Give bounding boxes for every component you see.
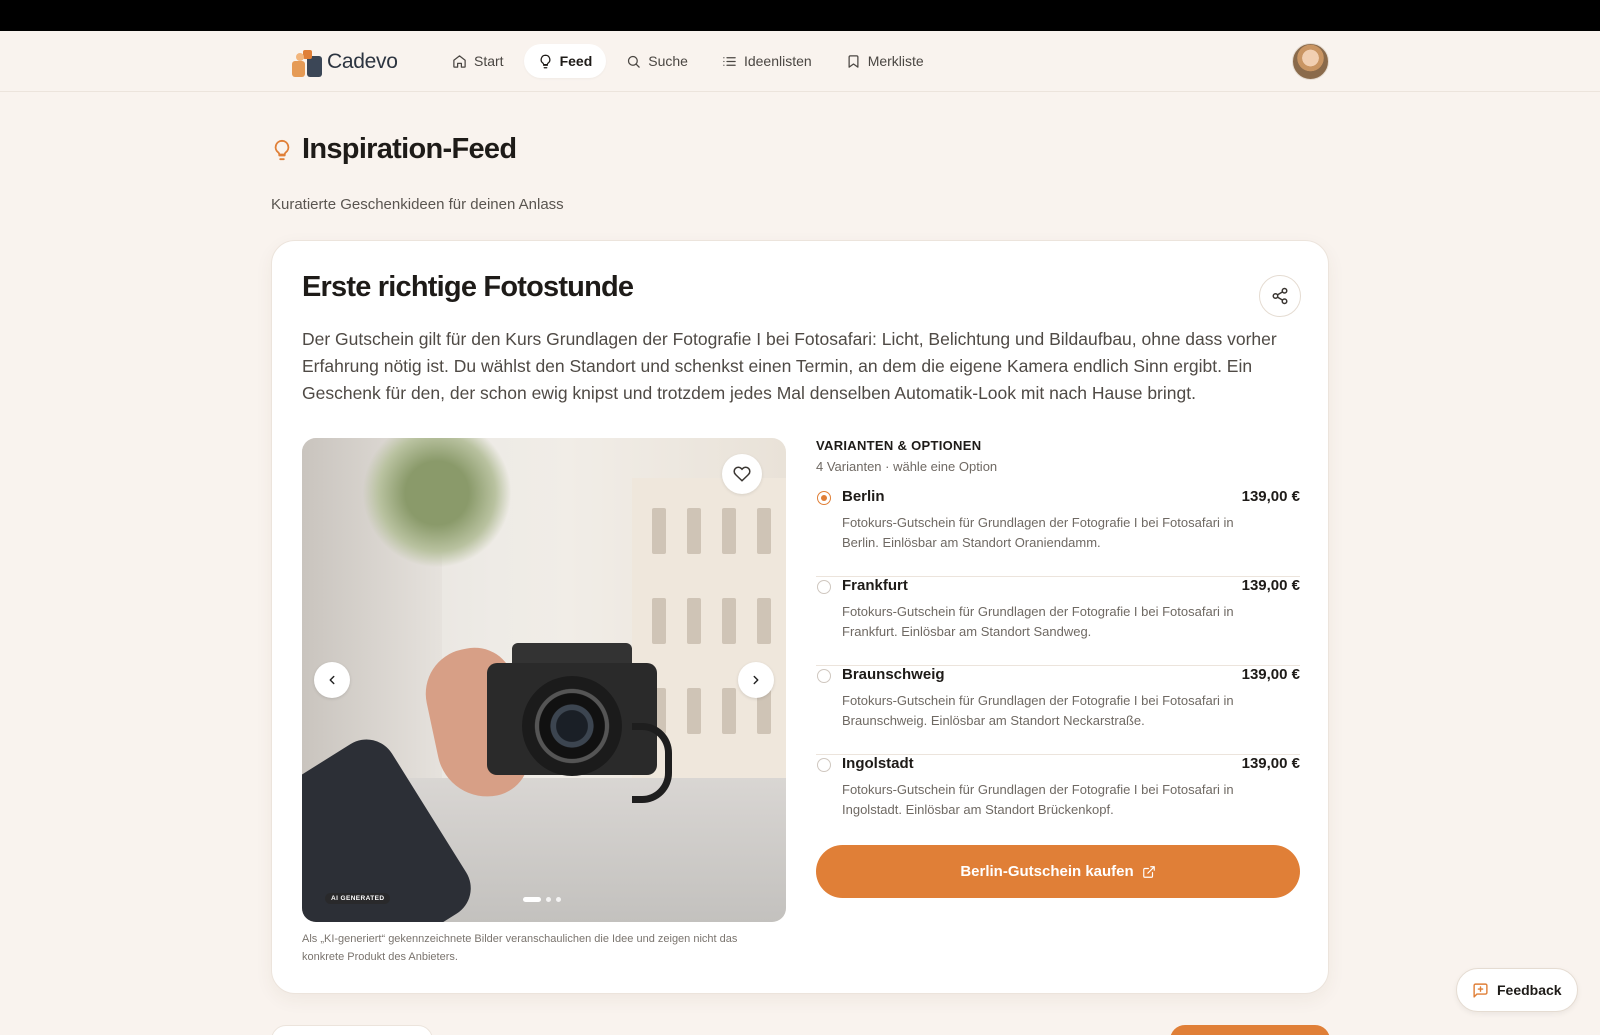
variant-description: Fotokurs-Gutschein für Grundlagen der Fo… (842, 515, 1234, 550)
variant-description: Fotokurs-Gutschein für Grundlagen der Fo… (842, 604, 1234, 639)
search-icon (628, 55, 641, 68)
variant-description: Fotokurs-Gutschein für Grundlagen der Fo… (842, 693, 1234, 728)
variant-radio[interactable] (817, 669, 831, 683)
variants-heading: VARIANTEN & OPTIONEN (816, 438, 982, 453)
gallery-pagination (523, 897, 561, 902)
variant-name: Frankfurt (842, 577, 908, 594)
variant-name: Ingolstadt (842, 755, 914, 772)
list-icon (723, 56, 736, 66)
gift-idea-description: Der Gutschein gilt für den Kurs Grundlag… (302, 329, 1277, 403)
variant-radio[interactable] (817, 491, 831, 505)
variant-price: 139,00 € (1241, 666, 1300, 683)
image-gallery[interactable]: AI GENERATED (302, 438, 786, 922)
chevron-left-icon (329, 675, 335, 685)
favorite-button[interactable] (722, 454, 762, 494)
feedback-label: Feedback (1497, 982, 1562, 998)
lightbulb-icon (274, 139, 290, 160)
gallery-dot[interactable] (546, 897, 551, 902)
chevron-right-icon (753, 675, 759, 685)
share-icon (1272, 287, 1288, 305)
variant-price: 139,00 € (1241, 577, 1300, 594)
nav-item-label: Suche (648, 53, 688, 69)
share-button[interactable] (1259, 275, 1301, 317)
user-avatar[interactable] (1292, 43, 1329, 80)
top-navigation: Cadevo Start Feed Suche Ideenlisten Merk… (0, 31, 1600, 92)
nav-item-label: Feed (559, 53, 593, 69)
gallery-dot[interactable] (523, 897, 541, 902)
variant-option-ingolstadt[interactable]: Ingolstadt 139,00 € Fotokurs-Gutschein f… (816, 755, 1300, 844)
variant-option-frankfurt[interactable]: Frankfurt 139,00 € Fotokurs-Gutschein fü… (816, 577, 1300, 666)
heart-icon (733, 466, 751, 482)
ai-generated-badge: AI GENERATED (325, 893, 391, 904)
nav-item-label: Merkliste (867, 53, 924, 69)
page-title: Inspiration-Feed (271, 133, 517, 166)
primary-action-button[interactable] (1170, 1025, 1330, 1035)
page-subtitle: Kuratierte Geschenkideen für deinen Anla… (271, 196, 564, 213)
nav-item-merkliste[interactable]: Merkliste (832, 44, 938, 78)
variant-radio[interactable] (817, 758, 831, 772)
image-disclaimer: Als „KI-generiert“ gekennzeichnete Bilde… (302, 933, 738, 963)
window-top-bar (0, 0, 1600, 31)
variants-panel: VARIANTEN & OPTIONEN 4 Varianten · wähle… (816, 438, 1300, 844)
logo[interactable]: Cadevo (292, 47, 398, 77)
nav-item-suche[interactable]: Suche (612, 44, 702, 78)
variant-price: 139,00 € (1241, 755, 1300, 772)
variant-option-berlin[interactable]: Berlin 139,00 € Fotokurs-Gutschein für G… (816, 488, 1300, 577)
buy-button-label: Berlin-Gutschein kaufen (960, 863, 1134, 880)
feedback-button[interactable]: Feedback (1456, 968, 1578, 1012)
variants-summary: 4 Varianten · wähle eine Option (816, 459, 998, 474)
cadevo-logo-icon (292, 47, 322, 77)
gallery-dot[interactable] (556, 897, 561, 902)
nav-item-label: Start (474, 53, 504, 69)
page-title-text: Inspiration-Feed (302, 133, 517, 165)
nav-item-label: Ideenlisten (743, 53, 812, 69)
variant-radio[interactable] (817, 580, 831, 594)
variant-name: Berlin (842, 488, 885, 505)
variant-name: Braunschweig (842, 666, 945, 683)
next-image-button[interactable] (738, 662, 774, 698)
logo-text: Cadevo (327, 50, 398, 73)
home-icon (453, 54, 466, 68)
main-nav: Start Feed Suche Ideenlisten Merkliste (438, 44, 938, 78)
gift-idea-card: Erste richtige Fotostunde Der Gutschein … (271, 240, 1329, 994)
nav-item-start[interactable]: Start (438, 44, 518, 78)
message-plus-icon (1473, 982, 1488, 998)
gift-idea-title: Erste richtige Fotostunde (302, 271, 634, 303)
nav-item-feed[interactable]: Feed (523, 44, 607, 78)
variant-description: Fotokurs-Gutschein für Grundlagen der Fo… (842, 782, 1234, 817)
external-link-icon (1142, 865, 1155, 878)
variant-option-braunschweig[interactable]: Braunschweig 139,00 € Fotokurs-Gutschein… (816, 666, 1300, 755)
nav-item-ideenlisten[interactable]: Ideenlisten (708, 44, 826, 78)
buy-voucher-button[interactable]: Berlin-Gutschein kaufen (816, 845, 1300, 898)
variant-list: Berlin 139,00 € Fotokurs-Gutschein für G… (816, 488, 1300, 844)
lightbulb-icon (540, 54, 551, 68)
secondary-action-button[interactable] (271, 1025, 433, 1035)
bookmark-icon (848, 54, 859, 68)
previous-image-button[interactable] (314, 662, 350, 698)
variant-price: 139,00 € (1241, 488, 1300, 505)
